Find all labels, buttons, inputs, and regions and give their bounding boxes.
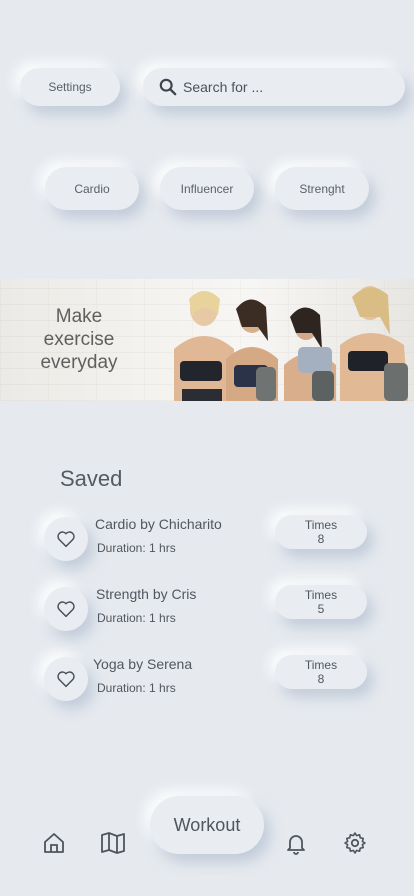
saved-item-duration: Duration: 1 hrs bbox=[97, 681, 176, 695]
hero-banner[interactable]: Make exercise everyday bbox=[0, 279, 414, 401]
favorite-button[interactable] bbox=[44, 657, 88, 701]
favorite-button[interactable] bbox=[44, 587, 88, 631]
saved-item-duration: Duration: 1 hrs bbox=[97, 611, 176, 625]
person-3 bbox=[284, 307, 336, 401]
saved-item-title: Strength by Cris bbox=[96, 586, 197, 602]
banner-line: everyday bbox=[40, 352, 118, 373]
banner-line: Make bbox=[55, 306, 103, 327]
banner-headline: Make exercise everyday bbox=[24, 305, 134, 374]
times-value: 5 bbox=[317, 602, 325, 616]
map-icon bbox=[101, 832, 125, 854]
search-placeholder: Search for ... bbox=[183, 79, 264, 95]
nav-settings[interactable] bbox=[342, 830, 368, 856]
saved-item[interactable]: Yoga by Serena Duration: 1 hrs Times 8 bbox=[0, 651, 414, 711]
search-input[interactable]: Search for ... bbox=[143, 68, 405, 106]
category-strength[interactable]: Strenght bbox=[275, 167, 369, 210]
times-badge[interactable]: Times 8 bbox=[275, 515, 367, 549]
saved-section-title: Saved bbox=[60, 466, 123, 491]
saved-item-title: Yoga by Serena bbox=[93, 656, 193, 672]
nav-notifications[interactable] bbox=[283, 830, 309, 856]
times-value: 8 bbox=[317, 672, 325, 686]
home-icon bbox=[44, 833, 64, 853]
times-badge[interactable]: Times 5 bbox=[275, 585, 367, 619]
category-influencer[interactable]: Influencer bbox=[160, 167, 254, 210]
category-cardio[interactable]: Cardio bbox=[45, 167, 139, 210]
heart-icon bbox=[57, 601, 75, 618]
person-1 bbox=[174, 291, 234, 401]
heart-icon bbox=[57, 531, 75, 548]
bell-icon bbox=[287, 835, 305, 855]
workout-button[interactable]: Workout bbox=[150, 796, 264, 854]
banner-photo bbox=[174, 286, 408, 401]
saved-item[interactable]: Strength by Cris Duration: 1 hrs Times 5 bbox=[0, 581, 414, 641]
banner-line: exercise bbox=[43, 329, 115, 350]
times-label: Times bbox=[304, 588, 338, 602]
nav-home[interactable] bbox=[41, 830, 67, 856]
times-label: Times bbox=[304, 518, 338, 532]
times-value: 8 bbox=[317, 532, 325, 546]
person-4 bbox=[340, 286, 408, 401]
gear-icon bbox=[344, 832, 366, 854]
favorite-button[interactable] bbox=[44, 517, 88, 561]
nav-map[interactable] bbox=[100, 830, 126, 856]
times-label: Times bbox=[304, 658, 338, 672]
settings-button[interactable]: Settings bbox=[20, 68, 120, 106]
times-badge[interactable]: Times 8 bbox=[275, 655, 367, 689]
search-icon bbox=[159, 78, 177, 96]
saved-item-title: Cardio by Chicharito bbox=[95, 516, 222, 532]
saved-item[interactable]: Cardio by Chicharito Duration: 1 hrs Tim… bbox=[0, 511, 414, 571]
saved-item-duration: Duration: 1 hrs bbox=[97, 541, 176, 555]
heart-icon bbox=[57, 671, 75, 688]
